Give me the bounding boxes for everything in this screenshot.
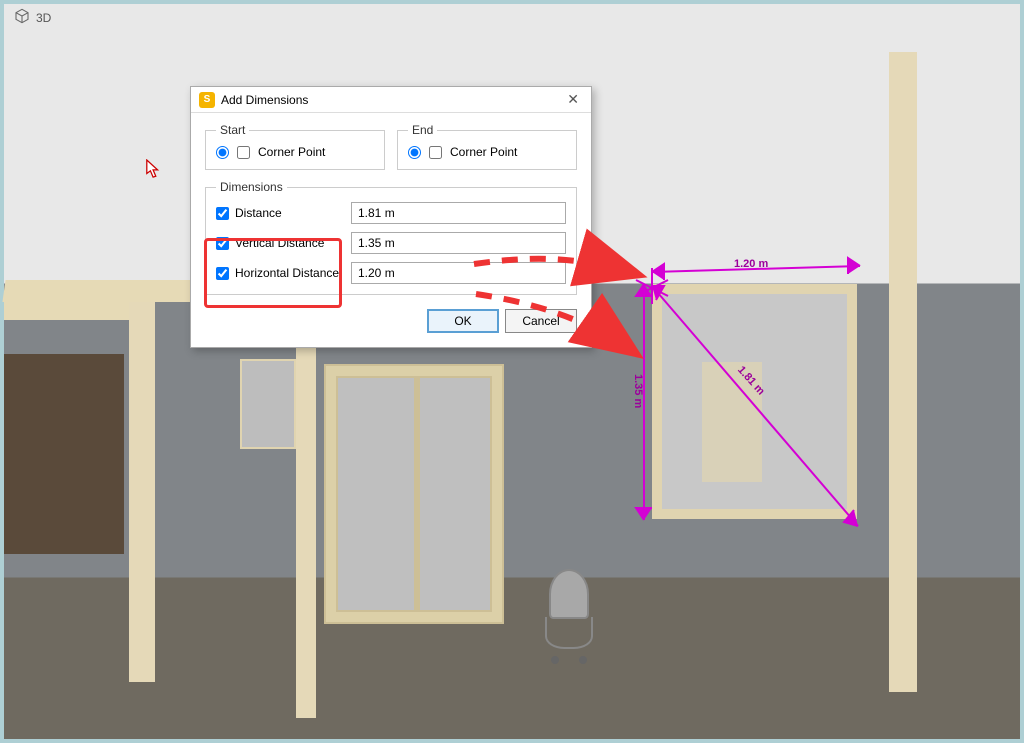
horizontal-input[interactable]	[351, 262, 566, 284]
start-corner-checkbox[interactable]	[237, 146, 250, 159]
viewport-label: 3D	[14, 8, 51, 27]
post-3	[889, 52, 917, 692]
cancel-button[interactable]: Cancel	[505, 309, 577, 333]
dimensions-legend: Dimensions	[216, 180, 287, 194]
start-legend: Start	[216, 123, 249, 137]
app-logo-icon: S	[199, 92, 215, 108]
close-icon[interactable]: ✕	[563, 91, 583, 108]
small-window	[240, 359, 296, 449]
dim-label-left: 1.35 m	[632, 374, 644, 408]
wall-left-dark	[4, 354, 124, 554]
viewport-label-text: 3D	[36, 11, 51, 25]
end-legend: End	[408, 123, 437, 137]
vertical-input[interactable]	[351, 232, 566, 254]
dim-label-top: 1.20 m	[734, 258, 768, 270]
start-group: Start Corner Point	[205, 123, 385, 170]
distance-row: Distance	[216, 206, 351, 220]
end-corner-label: Corner Point	[450, 145, 517, 159]
large-window	[652, 284, 857, 519]
distance-label: Distance	[235, 206, 282, 220]
bbq-grill	[539, 569, 599, 664]
ok-button[interactable]: OK	[427, 309, 499, 333]
distance-checkbox[interactable]	[216, 207, 229, 220]
start-radio[interactable]	[216, 146, 229, 159]
end-radio[interactable]	[408, 146, 421, 159]
annotation-highlight	[204, 238, 342, 308]
sliding-door	[324, 364, 504, 624]
dialog-title-text: Add Dimensions	[221, 93, 557, 107]
cube-icon	[14, 8, 30, 27]
end-group: End Corner Point	[397, 123, 577, 170]
distance-input[interactable]	[351, 202, 566, 224]
dialog-titlebar[interactable]: S Add Dimensions ✕	[191, 87, 591, 113]
end-corner-checkbox[interactable]	[429, 146, 442, 159]
start-corner-label: Corner Point	[258, 145, 325, 159]
add-dimensions-dialog: S Add Dimensions ✕ Start Corner Point En…	[190, 86, 592, 348]
post-1	[129, 302, 155, 682]
cursor-pointer	[145, 159, 163, 182]
